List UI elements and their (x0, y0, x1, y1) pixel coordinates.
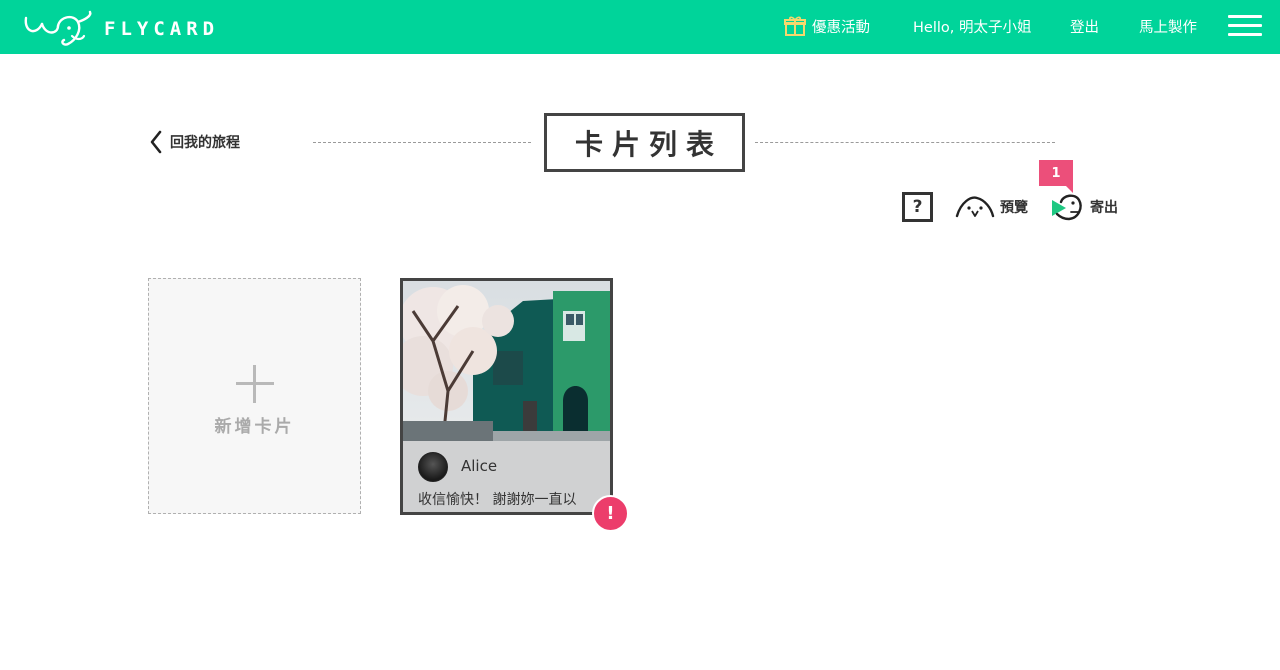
title-divider-left (313, 142, 531, 143)
chevron-left-icon (150, 130, 162, 154)
help-button[interactable]: ? (902, 192, 933, 222)
preview-label: 預覽 (1000, 200, 1028, 216)
make-now-label: 馬上製作 (1139, 19, 1197, 36)
send-bird-icon (1052, 194, 1082, 221)
back-to-my-trip-link[interactable]: 回我的旅程 (150, 128, 240, 156)
title-divider-right (755, 142, 1055, 143)
brand-name: FLYCARD (104, 18, 220, 40)
avatar (418, 452, 448, 482)
elephant-logo-icon (24, 10, 92, 46)
logout-link[interactable]: 登出 (1070, 14, 1099, 38)
promo-link[interactable]: 優惠活動 (784, 14, 870, 38)
flycard-logo[interactable]: FLYCARD (22, 10, 222, 48)
postcard-item[interactable]: Alice 收信愉快！ 謝謝妳一直以 (400, 278, 613, 515)
send-count-badge: 1 (1039, 160, 1073, 193)
top-navbar: FLYCARD 優惠活動 Hello, 明太子小姐 登出 馬上製作 (0, 0, 1280, 54)
page-title: 卡片列表 (544, 113, 745, 172)
back-label: 回我的旅程 (170, 135, 240, 151)
card-message-preview: 收信愉快！ 謝謝妳一直以 (418, 492, 577, 508)
card-alert-icon[interactable]: ! (592, 495, 629, 532)
promo-label: 優惠活動 (812, 19, 870, 36)
sender-name: Alice (461, 457, 498, 475)
card-info-overlay: Alice 收信愉快！ 謝謝妳一直以 (403, 441, 610, 512)
user-greeting[interactable]: Hello, 明太子小姐 (913, 14, 1031, 38)
plus-icon (236, 365, 274, 403)
send-button[interactable]: 寄出 (1049, 191, 1118, 223)
add-card-tile[interactable]: 新增卡片 (148, 278, 361, 514)
menu-hamburger-icon[interactable] (1228, 15, 1262, 39)
greeting-text: Hello, 明太子小姐 (913, 19, 1032, 36)
logout-label: 登出 (1070, 19, 1099, 36)
send-label: 寄出 (1090, 200, 1118, 216)
preview-bird-icon (955, 196, 995, 218)
make-now-link[interactable]: 馬上製作 (1139, 14, 1197, 38)
add-card-label: 新增卡片 (214, 417, 295, 437)
gift-icon (784, 16, 806, 36)
preview-button[interactable]: 預覽 (955, 191, 1028, 223)
